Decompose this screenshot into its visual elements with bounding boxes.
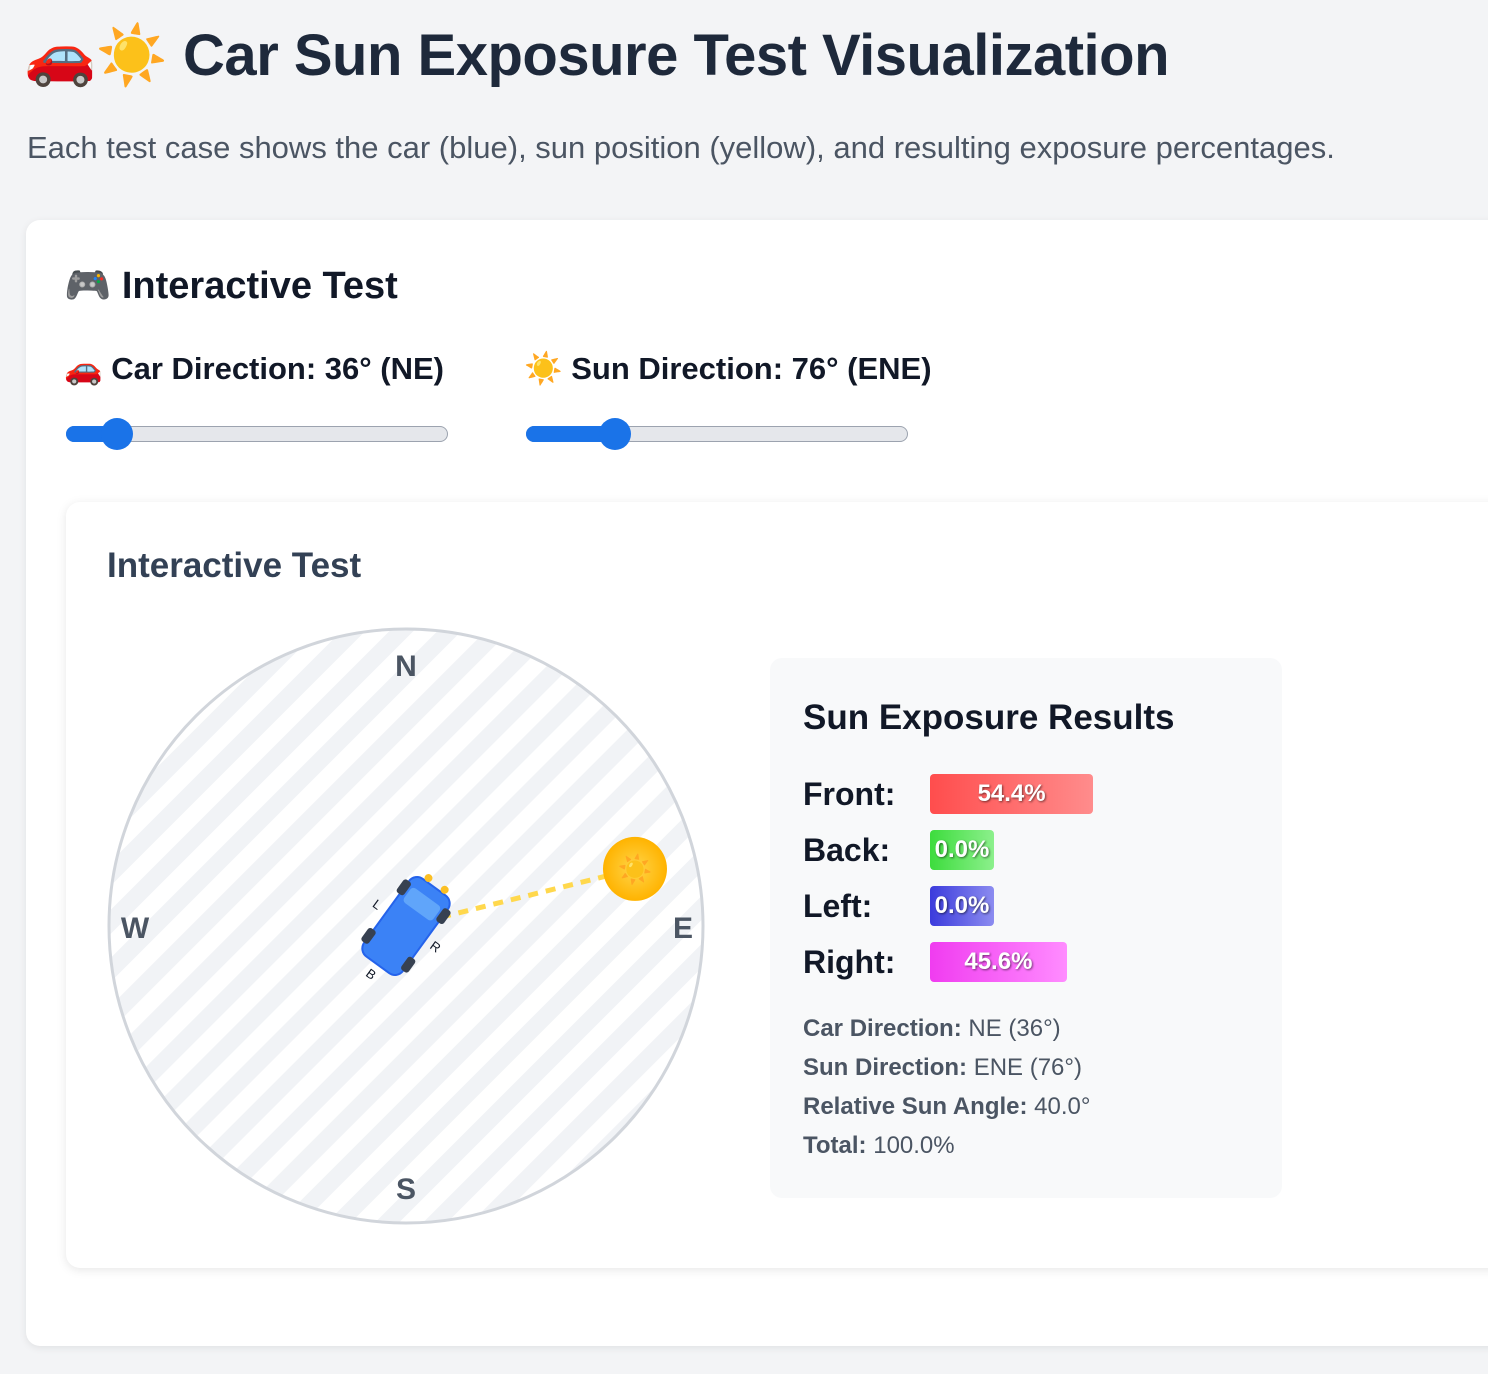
slider-thumb[interactable] xyxy=(599,418,632,450)
compass-north-label: N xyxy=(395,650,417,683)
exposure-row-label: Back: xyxy=(803,832,891,868)
exposure-bar: 54.4% xyxy=(930,774,1094,814)
info-value: 40.0° xyxy=(1034,1093,1091,1120)
car-direction-control: 🚗 Car Direction: 36° (NE) xyxy=(64,350,448,450)
exposure-row-label: Front: xyxy=(803,776,896,812)
compass-east-label: E xyxy=(673,912,693,945)
sun-direction-control: ☀️ Sun Direction: 76° (ENE) xyxy=(524,350,932,450)
interactive-section-title: 🎮 Interactive Test xyxy=(64,265,398,307)
info-value: 100.0% xyxy=(873,1132,955,1159)
exposure-row-label: Right: xyxy=(803,944,896,980)
page-subtitle: Each test case shows the car (blue), sun… xyxy=(27,130,1335,165)
car-direction-slider[interactable] xyxy=(66,418,450,450)
page-title: 🚗☀️ Car Sun Exposure Test Visualization xyxy=(24,23,1170,88)
exposure-row-label: Left: xyxy=(803,888,873,924)
info-label: Total: xyxy=(803,1132,867,1159)
info-value: ENE (76°) xyxy=(973,1054,1082,1081)
results-panel: Sun Exposure Results Front: 54.4% Back: 0.0… xyxy=(770,658,1282,1198)
info-label: Relative Sun Angle: xyxy=(803,1093,1028,1120)
sun-direction-slider[interactable] xyxy=(526,418,910,450)
exposure-bar: 45.6% xyxy=(930,942,1067,982)
test-case-title: Interactive Test xyxy=(107,546,362,585)
info-label: Sun Direction: xyxy=(803,1054,968,1081)
sun-marker: ☀️ xyxy=(602,836,667,901)
compass-south-label: S xyxy=(396,1173,416,1206)
info-label: Car Direction: xyxy=(803,1015,962,1042)
exposure-bar: 0.0% xyxy=(930,886,994,926)
exposure-bar: 0.0% xyxy=(930,830,994,870)
sun-direction-label: ☀️ Sun Direction: 76° (ENE) xyxy=(524,351,932,386)
test-case-card: Interactive Test N E S W L R B ☀️ Sun Ex… xyxy=(66,502,1488,1268)
info-line: Car Direction: NE (36°) xyxy=(803,1015,1061,1043)
info-line: Total: 100.0% xyxy=(803,1132,955,1160)
info-line: Relative Sun Angle: 40.0° xyxy=(803,1093,1090,1121)
results-title: Sun Exposure Results xyxy=(803,698,1175,737)
car-direction-label: 🚗 Car Direction: 36° (NE) xyxy=(64,351,445,386)
interactive-test-card: 🎮 Interactive Test 🚗 Car Direction: 36° … xyxy=(26,220,1488,1346)
compass-west-label: W xyxy=(121,912,150,945)
info-line: Sun Direction: ENE (76°) xyxy=(803,1054,1082,1082)
compass: N E S W L R B ☀️ xyxy=(107,627,705,1225)
info-value: NE (36°) xyxy=(968,1015,1061,1042)
slider-thumb[interactable] xyxy=(100,418,133,450)
sun-icon: ☀️ xyxy=(618,852,653,886)
